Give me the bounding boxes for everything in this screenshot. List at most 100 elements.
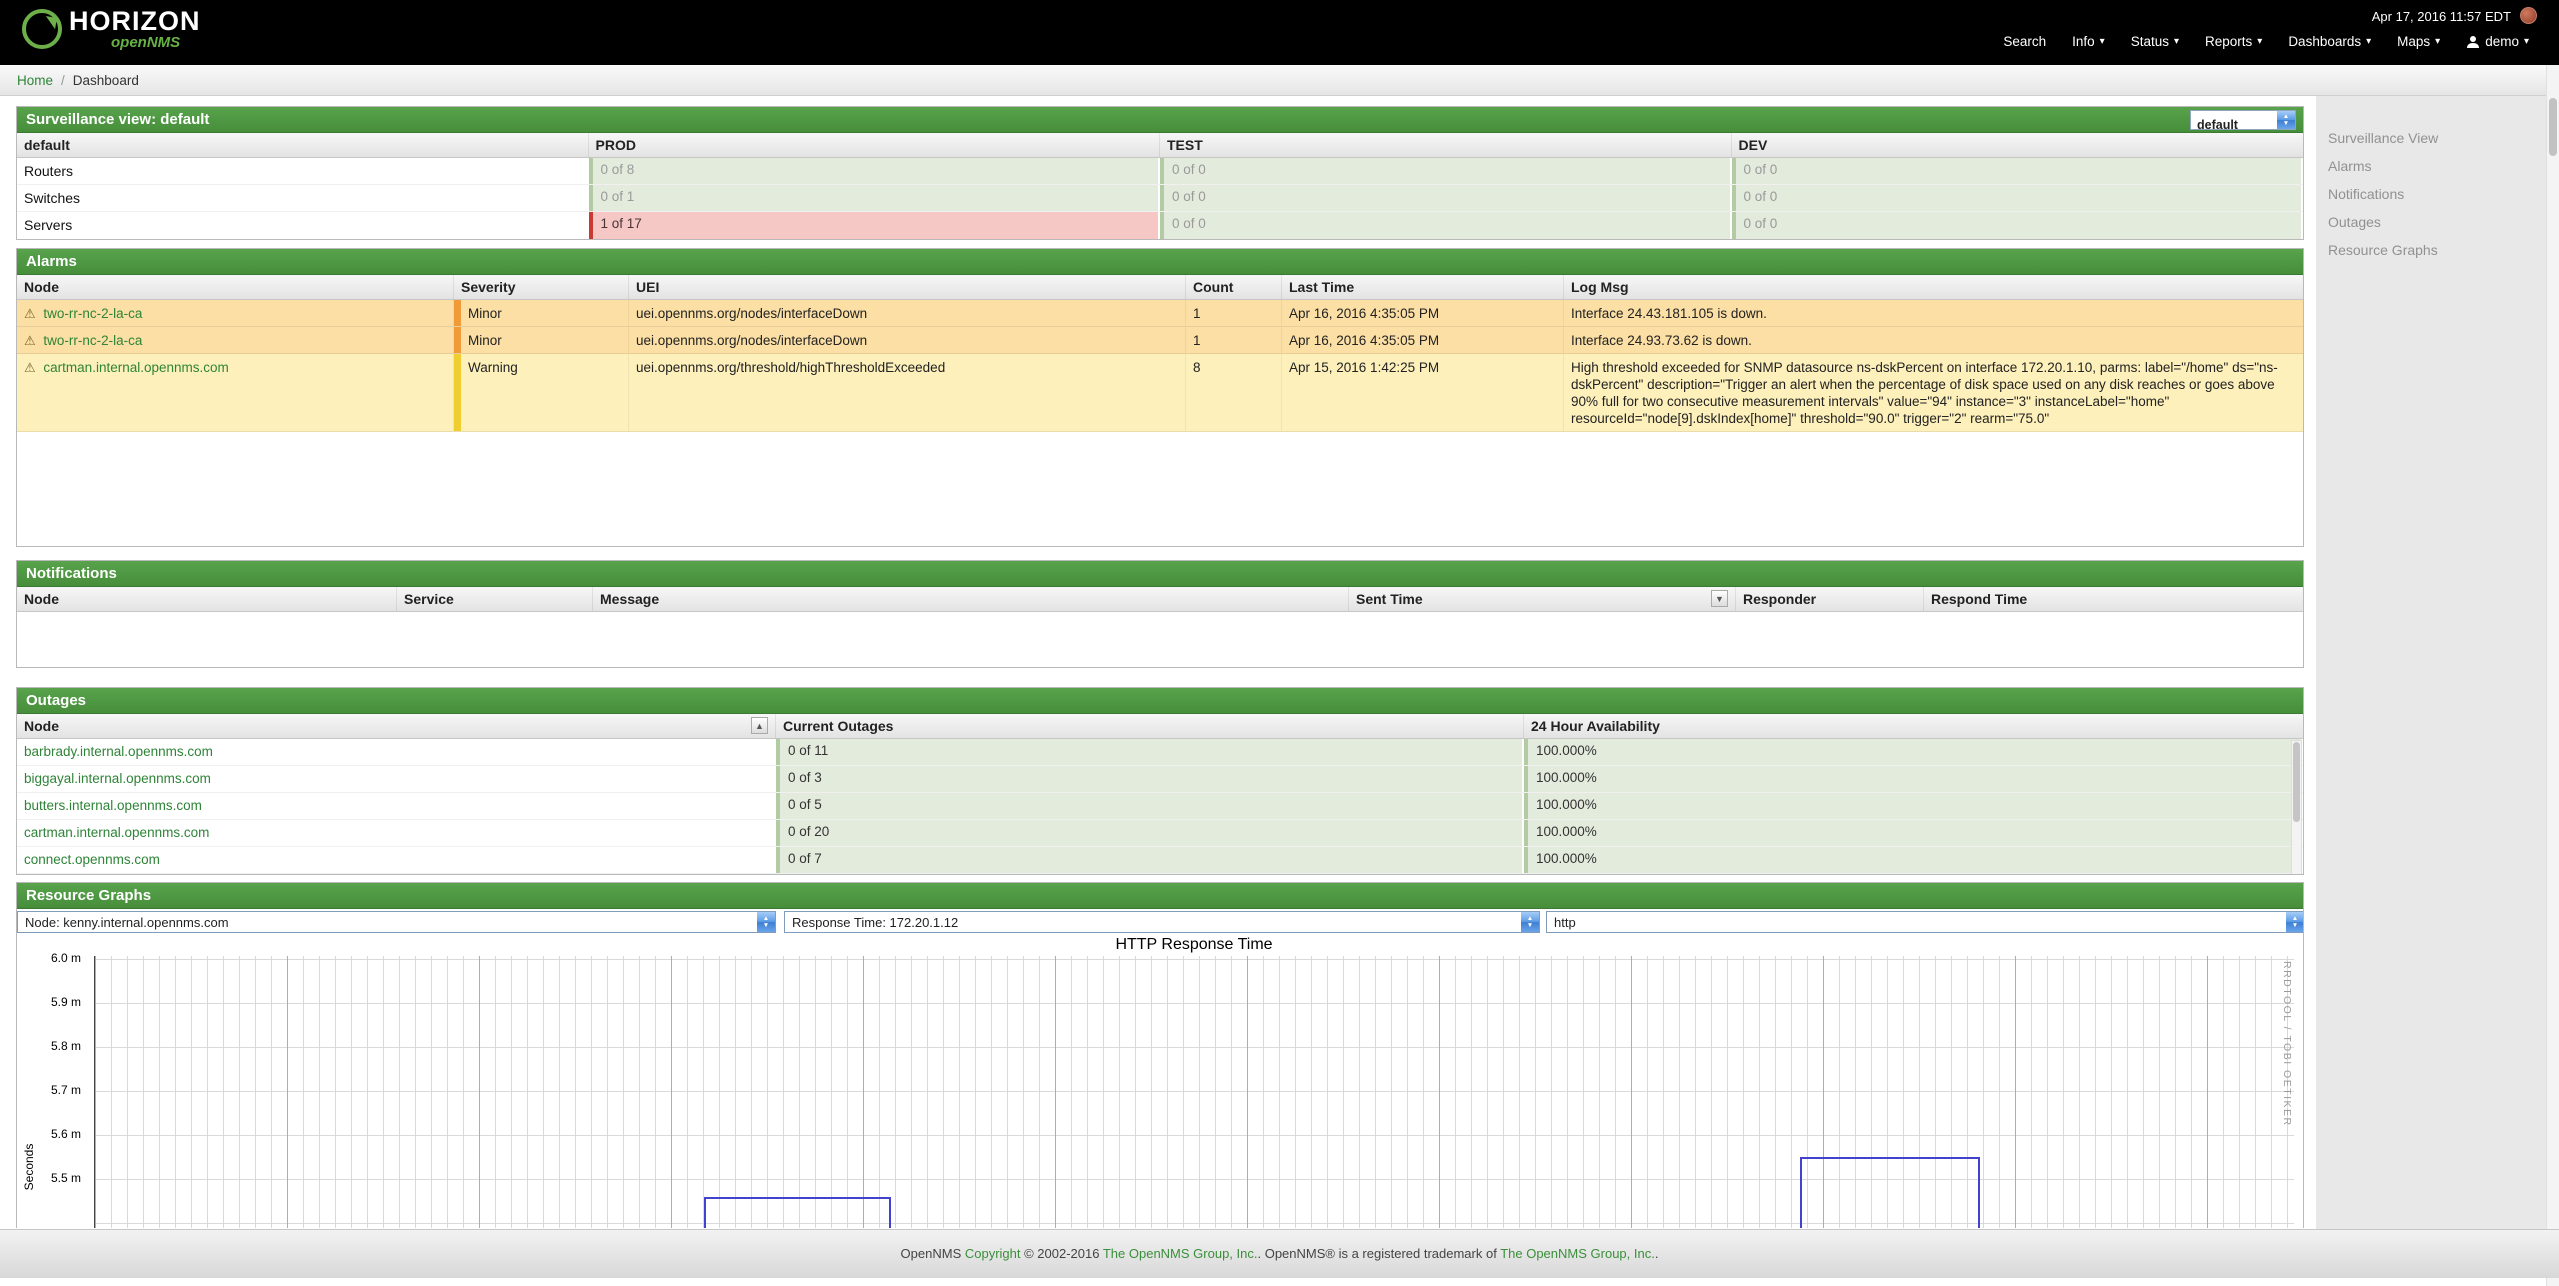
caret-down-icon: ▾	[2174, 37, 2179, 47]
outage-node-link[interactable]: biggayal.internal.opennms.com	[24, 771, 211, 786]
sidebar-item-alarms[interactable]: Alarms	[2316, 152, 2547, 180]
outage-current[interactable]: 0 of 11	[776, 739, 1524, 765]
nav-search[interactable]: Search	[2003, 34, 2046, 49]
chart-y-tick-label: 5.9 m	[51, 995, 81, 1010]
breadcrumb-home-link[interactable]: Home	[17, 73, 53, 88]
sidebar-item-resource-graphs[interactable]: Resource Graphs	[2316, 236, 2547, 264]
notice-status-badge[interactable]	[2520, 7, 2537, 24]
resource-select[interactable]: Response Time: 172.20.1.12 ▲▼	[784, 911, 1540, 933]
resource-graphs-panel-header: Resource Graphs	[17, 883, 2303, 909]
outage-node-link[interactable]: connect.opennms.com	[24, 852, 160, 867]
nav-reports[interactable]: Reports▾	[2205, 34, 2262, 49]
outages-scrollbar[interactable]	[2291, 740, 2302, 875]
alarms-panel-title: Alarms	[26, 253, 77, 270]
alarm-node-cell: ⚠ cartman.internal.opennms.com	[17, 354, 454, 431]
outage-row: barbrady.internal.opennms.com 0 of 11 10…	[17, 739, 2303, 766]
alarm-severity: Minor	[454, 327, 629, 353]
stepper-down-icon: ▼	[2292, 922, 2298, 929]
chart-y-tick-label: 5.7 m	[51, 1083, 81, 1098]
nav-info-label: Info	[2072, 34, 2095, 49]
surveillance-cell[interactable]: 0 of 1	[589, 185, 1161, 211]
alarm-row: ⚠ cartman.internal.opennms.com Warning u…	[17, 354, 2303, 432]
nav-maps-label: Maps	[2397, 34, 2430, 49]
surveillance-panel: Surveillance view: default default ▲▼ de…	[16, 106, 2304, 240]
outage-current[interactable]: 0 of 5	[776, 793, 1524, 819]
outage-current[interactable]: 0 of 3	[776, 766, 1524, 792]
nav-dashboards[interactable]: Dashboards▾	[2288, 34, 2371, 49]
footer-text: .	[1655, 1246, 1659, 1261]
nav-reports-label: Reports	[2205, 34, 2252, 49]
outage-node-link[interactable]: barbrady.internal.opennms.com	[24, 744, 213, 759]
horizon-logo[interactable]: HORIZON openNMS	[22, 7, 201, 50]
node-select[interactable]: Node: kenny.internal.opennms.com ▲▼	[17, 911, 776, 933]
outages-col-node-label: Node	[24, 718, 59, 734]
notifications-col-sent-time: Sent Time ▼	[1349, 587, 1736, 611]
outages-scrollbar-thumb[interactable]	[2293, 742, 2300, 822]
surveillance-cell[interactable]: 0 of 0	[1160, 158, 1732, 184]
notifications-empty-body	[17, 612, 2303, 667]
alarm-severity: Warning	[454, 354, 629, 431]
alarm-node-cell: ⚠ two-rr-nc-2-la-ca	[17, 327, 454, 353]
nav-maps[interactable]: Maps▾	[2397, 34, 2440, 49]
footer-text: © 2002-2016	[1021, 1246, 1103, 1261]
footer-opennms-group-link[interactable]: The OpenNMS Group, Inc.	[1103, 1246, 1258, 1261]
warning-triangle-icon: ⚠	[24, 333, 36, 348]
sort-asc-button[interactable]: ▲	[751, 717, 768, 734]
alarms-column-header: Node Severity UEI Count Last Time Log Ms…	[17, 275, 2303, 300]
alarm-last-time: Apr 16, 2016 4:35:05 PM	[1282, 327, 1564, 353]
outage-node-link[interactable]: cartman.internal.opennms.com	[24, 825, 209, 840]
warning-triangle-icon: ⚠	[24, 360, 36, 375]
outage-current[interactable]: 0 of 20	[776, 820, 1524, 846]
surveillance-col-prod: PROD	[589, 133, 1161, 157]
notifications-col-responder: Responder	[1736, 587, 1924, 611]
surveillance-cell[interactable]: 0 of 0	[1160, 212, 1732, 239]
footer-copyright-link[interactable]: Copyright	[965, 1246, 1021, 1261]
node-select-value: Node: kenny.internal.opennms.com	[25, 915, 229, 930]
sort-desc-button[interactable]: ▼	[1711, 590, 1728, 607]
outage-availability: 100.000%	[1524, 766, 2303, 792]
alarm-log-msg: High threshold exceeded for SNMP datasou…	[1564, 354, 2303, 431]
outage-node-link[interactable]: butters.internal.opennms.com	[24, 798, 202, 813]
surveillance-col-dev: DEV	[1732, 133, 2304, 157]
warning-triangle-icon: ⚠	[24, 306, 36, 321]
chart-y-tick-label: 5.8 m	[51, 1039, 81, 1054]
footer-opennms-group-link[interactable]: The OpenNMS Group, Inc.	[1500, 1246, 1655, 1261]
surveillance-cell[interactable]: 0 of 8	[589, 158, 1161, 184]
page-scrollbar-thumb[interactable]	[2549, 98, 2557, 156]
alarm-row: ⚠ two-rr-nc-2-la-ca Minor uei.opennms.or…	[17, 300, 2303, 327]
surveillance-row-routers: Routers 0 of 8 0 of 0 0 of 0	[17, 158, 2303, 185]
surveillance-cell[interactable]: 1 of 17	[589, 212, 1161, 239]
surveillance-cell[interactable]: 0 of 0	[1732, 158, 2304, 184]
surveillance-cell[interactable]: 0 of 0	[1732, 212, 2304, 239]
chart-y-tick-label: 6.0 m	[51, 951, 81, 966]
sidebar-item-outages[interactable]: Outages	[2316, 208, 2547, 236]
alarm-node-link[interactable]: two-rr-nc-2-la-ca	[43, 333, 142, 348]
notifications-panel-header: Notifications	[17, 561, 2303, 587]
alarm-node-link[interactable]: two-rr-nc-2-la-ca	[43, 306, 142, 321]
nav-status[interactable]: Status▾	[2131, 34, 2179, 49]
nav-info[interactable]: Info ▾	[2072, 34, 2105, 49]
nav-user-label: demo	[2485, 34, 2519, 49]
graph-select[interactable]: http ▲▼	[1546, 911, 2304, 933]
outage-row: cartman.internal.opennms.com 0 of 20 100…	[17, 820, 2303, 847]
surveillance-row-label: Switches	[17, 185, 589, 211]
alarm-count: 1	[1186, 327, 1282, 353]
chart-y-axis: 6.0 m5.9 m5.8 m5.7 m5.6 m5.5 m	[17, 956, 87, 1228]
notifications-col-service: Service	[397, 587, 593, 611]
alarm-log-msg: Interface 24.43.181.105 is down.	[1564, 300, 2303, 326]
surveillance-col-default: default	[17, 133, 589, 157]
surveillance-cell[interactable]: 0 of 0	[1160, 185, 1732, 211]
caret-down-icon: ▾	[2524, 37, 2529, 47]
select-stepper-icon: ▲▼	[1521, 912, 1539, 932]
alarm-node-link[interactable]: cartman.internal.opennms.com	[43, 360, 228, 375]
notifications-column-header: Node Service Message Sent Time ▼ Respond…	[17, 587, 2303, 612]
sidebar-item-surveillance-view[interactable]: Surveillance View	[2316, 124, 2547, 152]
page-scrollbar[interactable]	[2546, 65, 2559, 1286]
nav-user-menu[interactable]: demo ▾	[2466, 34, 2529, 49]
caret-down-icon: ▾	[2100, 37, 2105, 47]
surveillance-cell[interactable]: 0 of 0	[1732, 185, 2304, 211]
outage-current[interactable]: 0 of 7	[776, 847, 1524, 873]
resource-graphs-panel: Resource Graphs Node: kenny.internal.ope…	[16, 882, 2304, 1228]
surveillance-view-select[interactable]: default ▲▼	[2190, 110, 2296, 130]
sidebar-item-notifications[interactable]: Notifications	[2316, 180, 2547, 208]
